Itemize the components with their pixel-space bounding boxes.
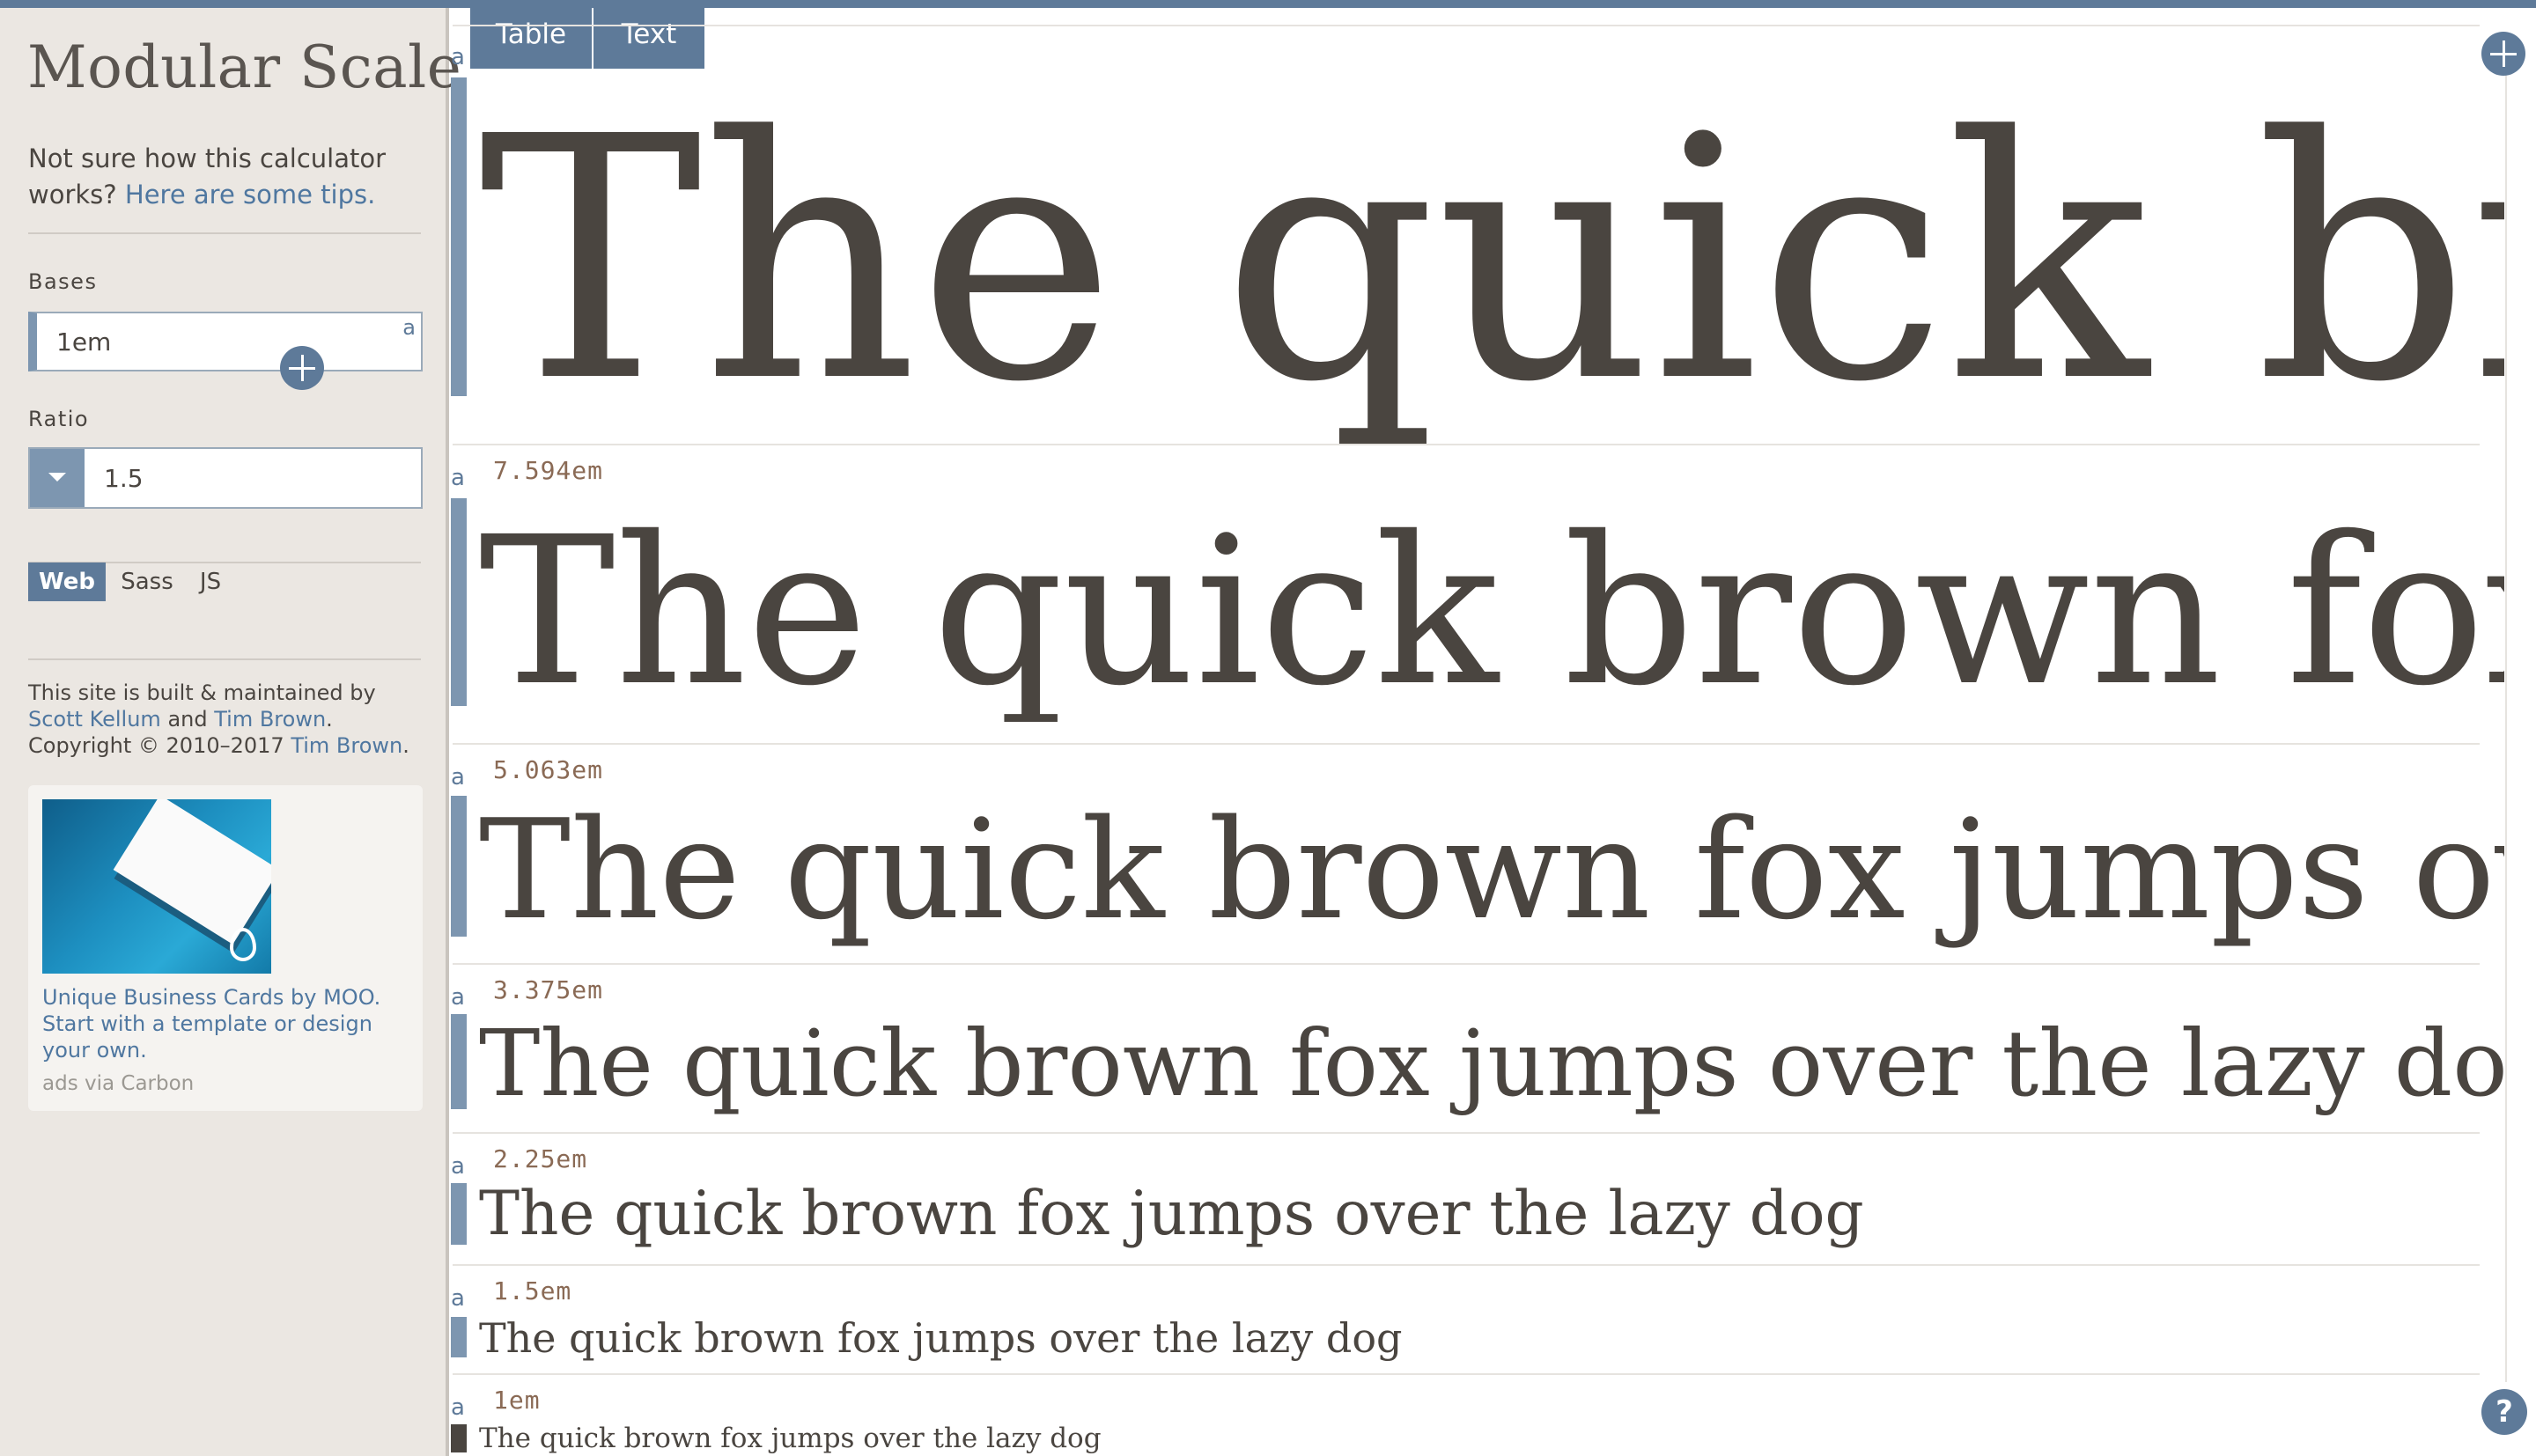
row-marker[interactable]: a xyxy=(451,1153,465,1180)
top-accent-bar xyxy=(0,0,2536,8)
row-marker[interactable]: a xyxy=(451,764,465,791)
row-divider xyxy=(453,1132,2480,1134)
row-marker[interactable]: a xyxy=(451,1285,465,1312)
carbon-ad[interactable]: Unique Business Cards by MOO. Start with… xyxy=(28,785,423,1111)
ad-text[interactable]: Unique Business Cards by MOO. Start with… xyxy=(42,984,412,1063)
row-marker[interactable]: a xyxy=(451,984,465,1011)
divider xyxy=(28,232,421,234)
tab-js[interactable]: JS xyxy=(187,563,234,601)
ratio-value: 1.5 xyxy=(104,464,144,493)
ratio-select[interactable]: 1.5 xyxy=(28,447,423,509)
row-indicator xyxy=(451,1014,467,1109)
scale-row-text: The quick brown fox jumps over the lazy … xyxy=(479,1314,1403,1362)
business-card-graphic xyxy=(113,799,271,945)
row-size-label: 5.063em xyxy=(493,755,604,784)
row-divider xyxy=(453,1373,2480,1375)
author-link-scott[interactable]: Scott Kellum xyxy=(28,707,161,732)
row-marker[interactable]: a xyxy=(451,1394,465,1421)
row-divider xyxy=(453,25,2480,26)
credit-period: . xyxy=(402,733,409,758)
row-marker[interactable]: a xyxy=(451,465,465,491)
row-indicator xyxy=(451,796,467,937)
row-indicator xyxy=(451,1183,467,1245)
tab-text[interactable]: Text xyxy=(593,5,704,69)
author-link-tim[interactable]: Tim Brown xyxy=(214,707,326,732)
row-size-label: 7.594em xyxy=(493,456,604,485)
tab-web[interactable]: Web xyxy=(28,563,106,601)
row-size-label: 2.25em xyxy=(493,1144,588,1173)
sidebar: Modular Scale Not sure how this calculat… xyxy=(0,0,461,1456)
tips-link[interactable]: Here are some tips. xyxy=(125,180,375,210)
row-indicator xyxy=(451,77,467,396)
bases-input[interactable]: 1em a xyxy=(28,312,423,371)
row-indicator xyxy=(451,1317,467,1357)
bases-value: 1em xyxy=(56,327,112,357)
row-marker[interactable]: a xyxy=(451,44,465,70)
help-icon[interactable]: ? xyxy=(2481,1389,2527,1435)
intro-text: Not sure how this calculator works? Here… xyxy=(28,141,407,213)
row-divider xyxy=(453,1264,2480,1266)
ratio-label: Ratio xyxy=(28,407,90,431)
ad-via[interactable]: ads via Carbon xyxy=(42,1072,194,1095)
row-size-label: 1em xyxy=(493,1386,541,1415)
app-title: Modular Scale xyxy=(27,33,462,101)
bases-marker: a xyxy=(402,315,416,340)
tab-sass[interactable]: Sass xyxy=(114,563,180,601)
row-indicator xyxy=(451,498,467,706)
scale-row-text: The quick brown fox jumps over the lazy … xyxy=(479,1010,2504,1117)
credit-text: This site is built & maintained by Scott… xyxy=(28,680,424,759)
row-divider xyxy=(453,963,2480,965)
scale-row-text: The quick brown fox jumps over the lazy … xyxy=(479,1423,1102,1454)
row-divider xyxy=(453,444,2480,445)
author-link-tim-copyright[interactable]: Tim Brown xyxy=(291,733,402,758)
scale-row-text: The quick brown fox jumps over the lazy … xyxy=(479,76,2504,445)
row-indicator xyxy=(451,1424,467,1452)
row-divider xyxy=(453,743,2480,745)
scale-row-text: The quick brown fox jumps over the lazy … xyxy=(479,791,2504,949)
add-base-icon[interactable] xyxy=(280,346,324,390)
bases-label: Bases xyxy=(28,269,98,294)
credit-and: and xyxy=(167,707,208,732)
tab-table[interactable]: Table xyxy=(470,5,592,69)
ad-image[interactable] xyxy=(42,799,271,974)
divider xyxy=(28,658,421,660)
water-drop-icon xyxy=(230,928,256,961)
scroll-track xyxy=(2505,70,2507,1382)
credit-prefix: This site is built & maintained by xyxy=(28,680,376,705)
scale-row-text: The quick brown fox jumps over the lazy … xyxy=(479,502,2504,722)
row-size-label: 1.5em xyxy=(493,1276,572,1305)
chevron-down-icon[interactable] xyxy=(30,449,85,507)
scale-row-text: The quick brown fox jumps over the lazy … xyxy=(479,1179,1864,1249)
add-row-icon[interactable] xyxy=(2481,32,2525,76)
row-size-label: 3.375em xyxy=(493,975,604,1004)
